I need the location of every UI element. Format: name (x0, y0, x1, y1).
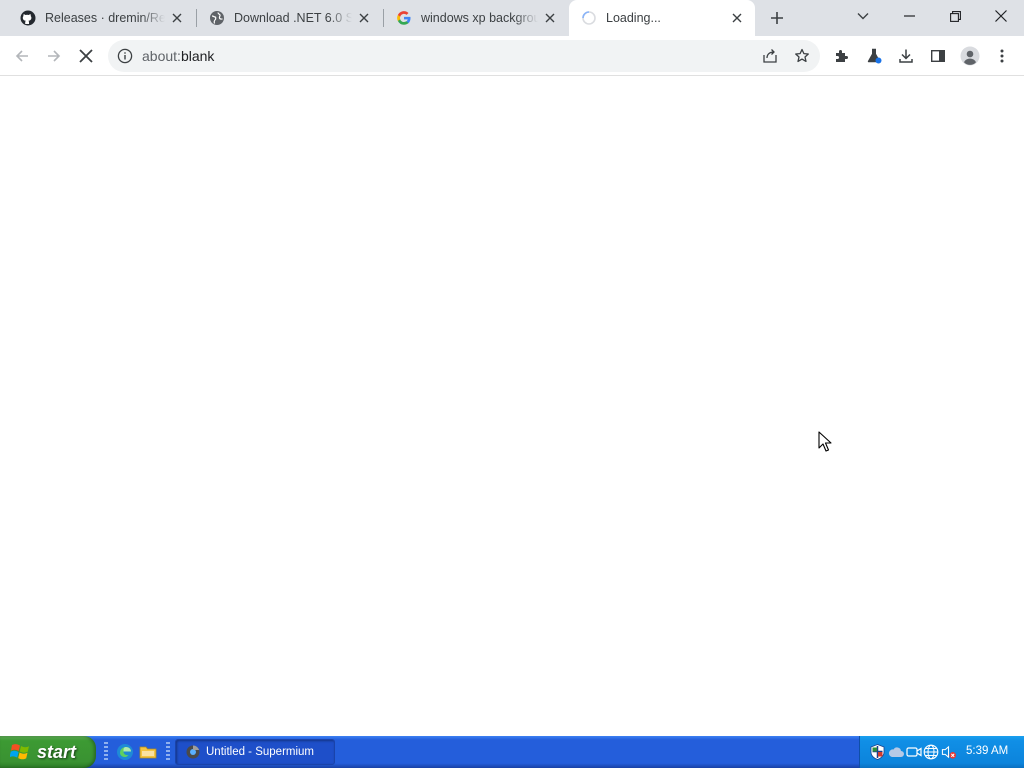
tab-search-button[interactable] (840, 0, 886, 32)
tab-title: windows xp backgrou (421, 11, 538, 25)
flask-icon (867, 48, 882, 64)
meet-now-icon[interactable] (906, 744, 922, 760)
star-icon (795, 48, 809, 63)
restore-button[interactable] (932, 0, 978, 32)
minimize-button[interactable] (886, 0, 932, 32)
taskbar-button-supermium[interactable]: Untitled - Supermium (175, 739, 335, 765)
close-icon[interactable] (542, 10, 558, 26)
page-content (0, 77, 1024, 734)
close-icon[interactable] (356, 10, 372, 26)
new-tab-button[interactable] (765, 6, 789, 30)
restore-icon (949, 10, 961, 22)
google-icon (396, 10, 412, 26)
chevron-down-icon (857, 13, 869, 20)
minimize-icon (903, 15, 915, 17)
stop-icon (79, 49, 93, 63)
arrow-right-icon (48, 50, 61, 62)
taskbar-grip[interactable] (166, 742, 170, 762)
stop-loading-button[interactable] (71, 41, 101, 71)
url-path: blank (180, 48, 215, 64)
info-icon[interactable] (116, 47, 134, 65)
menu-button[interactable] (987, 41, 1017, 71)
labs-button[interactable] (859, 41, 889, 71)
edge-icon[interactable] (116, 743, 134, 761)
back-button[interactable] (7, 41, 37, 71)
browser-toolbar: about:blank (0, 36, 1024, 76)
url-scheme: about: (142, 48, 181, 64)
mouse-cursor-icon (818, 431, 832, 452)
folder-icon[interactable] (139, 743, 157, 761)
close-icon (995, 10, 1007, 22)
arrow-left-icon (15, 50, 28, 62)
tab-strip: Releases · dremin/Ret Download .NET 6.0 … (0, 0, 1024, 36)
tab-dotnet[interactable]: Download .NET 6.0 SD (197, 4, 382, 32)
shield-icon[interactable] (869, 744, 885, 760)
address-bar[interactable]: about:blank (108, 40, 820, 72)
cloud-icon[interactable] (888, 744, 904, 760)
taskbar: start Untitled - Supermium 5:39 AM (0, 736, 1024, 768)
github-icon (20, 10, 36, 26)
close-window-button[interactable] (978, 0, 1024, 32)
tab-title: Download .NET 6.0 SD (234, 11, 352, 25)
system-tray: 5:39 AM (859, 736, 1024, 768)
share-button[interactable] (755, 41, 785, 71)
globe-icon (209, 10, 225, 26)
side-panel-button[interactable] (923, 41, 953, 71)
supermium-icon (186, 745, 200, 759)
side-panel-icon (931, 50, 946, 63)
tab-title: Loading... (606, 11, 661, 25)
download-icon (899, 49, 913, 63)
tab-title: Releases · dremin/Ret (45, 11, 165, 25)
tab-loading[interactable]: Loading... (569, 0, 755, 36)
volume-muted-icon[interactable] (941, 744, 957, 760)
close-icon[interactable] (169, 10, 185, 26)
close-icon[interactable] (729, 10, 745, 26)
profile-button[interactable] (955, 41, 985, 71)
start-label: start (37, 741, 77, 762)
bookmark-button[interactable] (787, 41, 817, 71)
quick-launch-grip[interactable] (104, 742, 108, 762)
avatar-icon (960, 46, 980, 66)
extensions-button[interactable] (827, 41, 857, 71)
clock: 5:39 AM (966, 745, 1009, 757)
share-icon (763, 49, 777, 63)
windows-logo-icon (10, 744, 29, 760)
forward-button[interactable] (39, 41, 69, 71)
tab-google-search[interactable]: windows xp backgrou (384, 4, 568, 32)
downloads-button[interactable] (891, 41, 921, 71)
task-label: Untitled - Supermium (206, 746, 315, 758)
tab-releases[interactable]: Releases · dremin/Ret (8, 4, 195, 32)
network-globe-icon[interactable] (923, 744, 939, 760)
address-url[interactable]: about:blank (142, 48, 214, 64)
start-button[interactable]: start (0, 736, 96, 768)
kebab-menu-icon (1000, 49, 1004, 63)
puzzle-icon (836, 50, 848, 62)
loading-spinner-icon (581, 10, 597, 26)
